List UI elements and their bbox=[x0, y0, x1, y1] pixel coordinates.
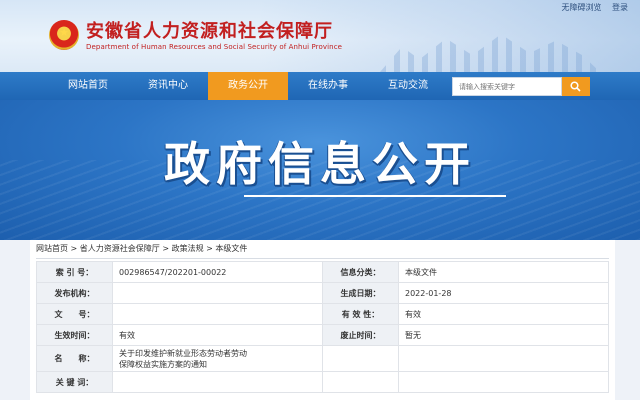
index-label: 索 引 号： bbox=[36, 261, 113, 283]
category-label: 信息分类： bbox=[322, 261, 399, 283]
site-header: ★ 安徽省人力资源和社会保障厅 Department of Human Reso… bbox=[0, 0, 640, 72]
date-label: 生成日期： bbox=[322, 282, 399, 304]
nav-item-interaction[interactable]: 互动交流 bbox=[368, 72, 448, 100]
breadcrumb-separator: > bbox=[206, 244, 216, 253]
effective-time-label: 生效时间： bbox=[36, 324, 113, 346]
keywords-label: 关 键 词： bbox=[36, 371, 113, 393]
name-label: 名 称： bbox=[36, 345, 113, 372]
breadcrumb-home[interactable]: 网站首页 bbox=[36, 244, 68, 253]
banner-title: 政府信息公开 bbox=[164, 137, 476, 191]
search-input[interactable] bbox=[452, 77, 562, 96]
breadcrumb-policies[interactable]: 政策法规 bbox=[172, 244, 204, 253]
table-row: 文 号： 有 效 性： 有效 bbox=[36, 303, 609, 325]
docno-value bbox=[112, 303, 323, 325]
breadcrumb-divider bbox=[36, 258, 609, 259]
name-value: 关于印发维护新就业形态劳动者劳动 保障权益实施方案的通知 bbox=[112, 345, 323, 372]
category-value: 本级文件 bbox=[398, 261, 609, 283]
empty-cell bbox=[322, 371, 399, 393]
effective-time-value: 有效 bbox=[112, 324, 323, 346]
nav-item-gov-affairs[interactable]: 政务公开 bbox=[208, 72, 288, 100]
top-links: 无障碍浏览 登录 bbox=[553, 2, 628, 13]
breadcrumb-department[interactable]: 省人力资源社会保障厅 bbox=[80, 244, 160, 253]
breadcrumb: 网站首页 > 省人力资源社会保障厅 > 政策法规 > 本级文件 bbox=[36, 243, 247, 254]
publisher-value bbox=[112, 282, 323, 304]
validity-label: 有 效 性： bbox=[322, 303, 399, 325]
repeal-time-value: 暂无 bbox=[398, 324, 609, 346]
banner-underline bbox=[244, 195, 506, 197]
accessibility-link[interactable]: 无障碍浏览 bbox=[561, 3, 601, 12]
breadcrumb-separator: > bbox=[70, 244, 80, 253]
docno-label: 文 号： bbox=[36, 303, 113, 325]
repeal-time-label: 废止时间： bbox=[322, 324, 399, 346]
breadcrumb-separator: > bbox=[162, 244, 172, 253]
table-row: 索 引 号： 002986547/202201-00022 信息分类： 本级文件 bbox=[36, 261, 609, 283]
name-value-line: 保障权益实施方案的通知 bbox=[119, 359, 207, 369]
table-row: 关 键 词： bbox=[36, 371, 609, 393]
empty-cell bbox=[398, 371, 609, 393]
document-info-table: 索 引 号： 002986547/202201-00022 信息分类： 本级文件… bbox=[36, 261, 609, 393]
name-value-line: 关于印发维护新就业形态劳动者劳动 bbox=[119, 348, 247, 358]
site-subtitle: Department of Human Resources and Social… bbox=[86, 43, 343, 51]
breadcrumb-current[interactable]: 本级文件 bbox=[215, 244, 247, 253]
search-button[interactable] bbox=[562, 77, 590, 96]
empty-cell bbox=[398, 345, 609, 372]
keywords-value bbox=[112, 371, 323, 393]
table-row: 名 称： 关于印发维护新就业形态劳动者劳动 保障权益实施方案的通知 bbox=[36, 345, 609, 372]
table-row: 生效时间： 有效 废止时间： 暂无 bbox=[36, 324, 609, 346]
emblem-star-icon: ★ bbox=[59, 26, 69, 39]
publisher-label: 发布机构： bbox=[36, 282, 113, 304]
site-title[interactable]: 安徽省人力资源和社会保障厅 bbox=[86, 17, 333, 43]
table-row: 发布机构： 生成日期： 2022-01-28 bbox=[36, 282, 609, 304]
national-emblem-icon: ★ bbox=[49, 20, 79, 50]
nav-item-online-service[interactable]: 在线办事 bbox=[288, 72, 368, 100]
date-value: 2022-01-28 bbox=[398, 282, 609, 304]
search-icon bbox=[570, 81, 581, 92]
empty-cell bbox=[322, 345, 399, 372]
login-link[interactable]: 登录 bbox=[612, 3, 628, 12]
nav-item-news[interactable]: 资讯中心 bbox=[128, 72, 208, 100]
nav-item-home[interactable]: 网站首页 bbox=[48, 72, 128, 100]
index-value: 002986547/202201-00022 bbox=[112, 261, 323, 283]
validity-value: 有效 bbox=[398, 303, 609, 325]
